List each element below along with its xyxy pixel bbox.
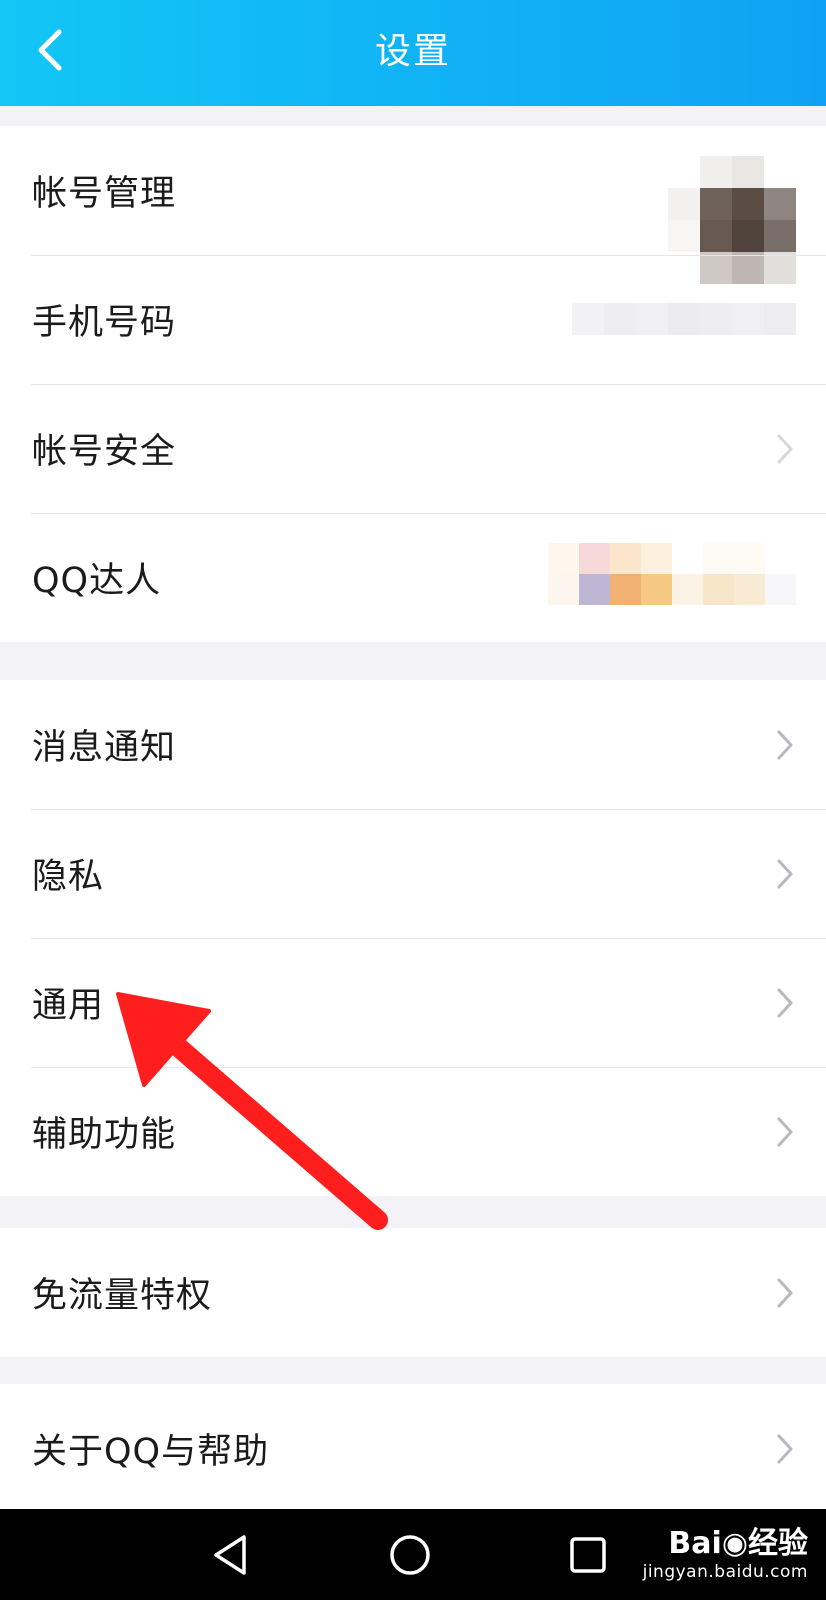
- baidu-jingyan-watermark: Bai◉经验 jingyan.baidu.com: [643, 1527, 808, 1583]
- settings-item-qq-expert[interactable]: QQ达人: [0, 513, 826, 642]
- settings-item-general[interactable]: 通用: [0, 938, 826, 1067]
- recents-square-icon[interactable]: [562, 1529, 614, 1581]
- settings-item-label: 通用: [32, 986, 105, 1026]
- settings-item-label: 手机号码: [32, 303, 177, 343]
- settings-item-label: 帐号管理: [32, 174, 177, 214]
- phone-number-value: [572, 303, 796, 335]
- data-free-group: 免流量特权: [0, 1228, 826, 1357]
- chevron-right-icon: [777, 1434, 793, 1463]
- settings-item-account-management[interactable]: 帐号管理: [0, 126, 826, 284]
- settings-item-notifications[interactable]: 消息通知: [0, 680, 826, 809]
- general-group: 消息通知 隐私 通用 辅助功能: [0, 680, 826, 1196]
- settings-item-label: 消息通知: [32, 728, 177, 768]
- settings-item-account-security[interactable]: 帐号安全: [0, 384, 826, 513]
- settings-item-label: 免流量特权: [32, 1276, 213, 1316]
- settings-item-accessibility[interactable]: 辅助功能: [0, 1067, 826, 1196]
- page-title: 设置: [374, 31, 451, 72]
- system-navigation-bar: Bai◉经验 jingyan.baidu.com: [0, 1509, 826, 1600]
- watermark-logo: Bai◉经验: [668, 1526, 808, 1561]
- settings-item-label: 关于QQ与帮助: [32, 1432, 270, 1472]
- back-triangle-icon[interactable]: [206, 1529, 258, 1581]
- chevron-right-icon: [777, 1117, 793, 1146]
- about-group: 关于QQ与帮助: [0, 1384, 826, 1513]
- settings-item-label: 帐号安全: [32, 432, 177, 472]
- chevron-right-icon: [777, 730, 793, 759]
- settings-item-about-qq-help[interactable]: 关于QQ与帮助: [0, 1384, 826, 1513]
- settings-item-privacy[interactable]: 隐私: [0, 809, 826, 938]
- chevron-right-icon: [777, 988, 793, 1017]
- qq-expert-badges: [548, 543, 796, 605]
- settings-item-label: 辅助功能: [32, 1115, 177, 1155]
- settings-item-label: QQ达人: [32, 561, 162, 601]
- settings-item-phone-number[interactable]: 手机号码: [0, 255, 826, 384]
- chevron-right-icon: [777, 1278, 793, 1307]
- title-bar: 设置: [0, 0, 826, 106]
- chevron-right-icon: [777, 434, 793, 463]
- home-circle-icon[interactable]: [384, 1529, 436, 1581]
- account-group: 帐号管理 手机号码 帐号安全 QQ达人: [0, 126, 826, 642]
- chevron-right-icon: [777, 859, 793, 888]
- settings-item-label: 隐私: [32, 857, 105, 897]
- watermark-url: jingyan.baidu.com: [642, 1562, 808, 1582]
- settings-item-data-free-privilege[interactable]: 免流量特权: [0, 1228, 826, 1357]
